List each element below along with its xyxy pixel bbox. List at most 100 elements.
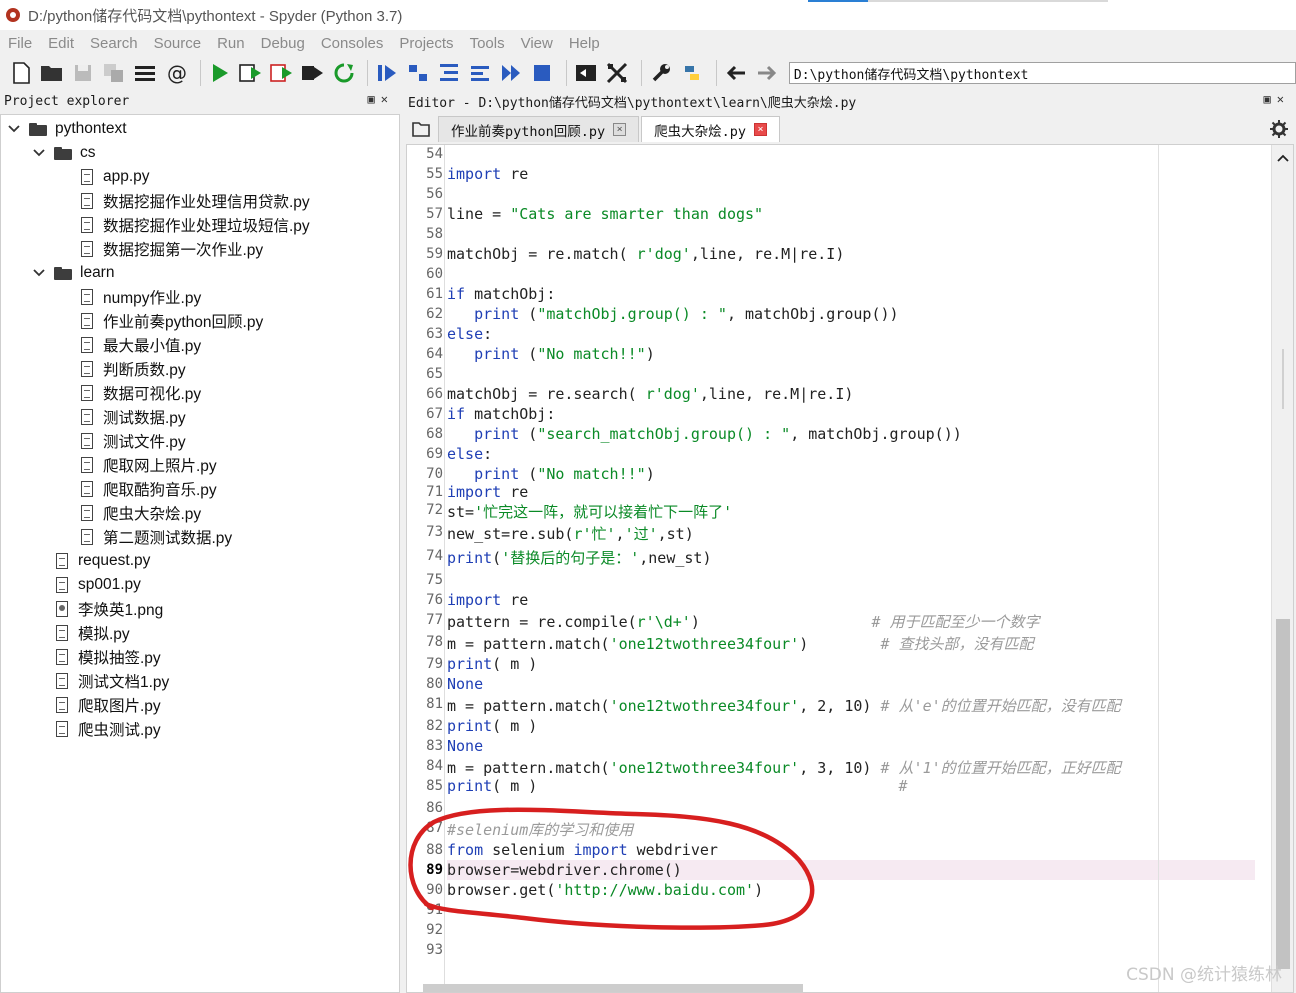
tree-file[interactable]: 数据挖掘作业处理垃圾短信.py bbox=[81, 213, 310, 237]
chevron-down-icon[interactable] bbox=[32, 146, 46, 160]
tree-file[interactable]: 最大最小值.py bbox=[81, 333, 201, 357]
open-folder-icon[interactable] bbox=[39, 60, 65, 86]
close-icon[interactable]: × bbox=[754, 123, 768, 136]
back-arrow-icon[interactable] bbox=[723, 60, 749, 86]
code-line[interactable]: pattern = re.compile(r'\d+') # 用于匹配至少一个数… bbox=[447, 611, 1255, 632]
menu-consoles[interactable]: Consoles bbox=[321, 35, 384, 52]
tree-file[interactable]: 数据挖掘作业处理信用贷款.py bbox=[81, 189, 310, 213]
code-line[interactable]: import re bbox=[447, 483, 1255, 501]
tree-file[interactable]: 爬取图片.py bbox=[56, 693, 161, 717]
menu-projects[interactable]: Projects bbox=[399, 35, 453, 52]
menu-view[interactable]: View bbox=[521, 35, 553, 52]
code-line[interactable]: print( m ) bbox=[447, 655, 1255, 673]
code-line[interactable]: line = "Cats are smarter than dogs" bbox=[447, 205, 1255, 223]
code-line[interactable]: None bbox=[447, 675, 1255, 693]
fullscreen-icon[interactable] bbox=[604, 60, 630, 86]
tree-folder[interactable]: cs bbox=[32, 141, 96, 165]
code-line[interactable]: else: bbox=[447, 325, 1255, 343]
continue-icon[interactable] bbox=[498, 60, 524, 86]
tab-爬虫大杂烩[interactable]: 爬虫大杂烩.py × bbox=[641, 116, 781, 142]
stop-icon[interactable] bbox=[529, 60, 555, 86]
working-directory-input[interactable]: D:\python储存代码文档\pythontext bbox=[788, 62, 1296, 84]
code-line[interactable]: print('替换后的句子是：',new_st) bbox=[447, 547, 1255, 568]
list-icon[interactable] bbox=[132, 60, 158, 86]
step-return-icon[interactable] bbox=[467, 60, 493, 86]
tree-file[interactable]: 测试数据.py bbox=[81, 405, 186, 429]
code-line[interactable]: m = pattern.match('one12twothree34four',… bbox=[447, 695, 1255, 716]
code-line[interactable]: if matchObj: bbox=[447, 285, 1255, 303]
menu-debug[interactable]: Debug bbox=[261, 35, 305, 52]
code-line[interactable]: print( m ) bbox=[447, 717, 1255, 735]
code-line[interactable]: st='忙完这一阵，就可以接着忙下一阵了' bbox=[447, 501, 1255, 522]
tree-file[interactable]: request.py bbox=[56, 549, 150, 573]
chevron-up-icon[interactable] bbox=[1277, 149, 1289, 166]
tree-file[interactable]: numpy作业.py bbox=[81, 285, 201, 309]
code-line[interactable]: new_st=re.sub(r'忙','过',st) bbox=[447, 523, 1255, 544]
code-line[interactable]: matchObj = re.match( r'dog',line, re.M|r… bbox=[447, 245, 1255, 263]
tree-file[interactable]: 测试文件.py bbox=[81, 429, 186, 453]
code-line[interactable]: if matchObj: bbox=[447, 405, 1255, 423]
run-cell-advance-icon[interactable] bbox=[269, 60, 295, 86]
code-line[interactable]: import re bbox=[447, 591, 1255, 609]
menu-tools[interactable]: Tools bbox=[470, 35, 505, 52]
tree-file[interactable]: 李焕英1.png bbox=[56, 597, 163, 621]
pane-controls[interactable]: ▣✕ bbox=[1264, 92, 1290, 106]
tab-作业前奏python回顾[interactable]: 作业前奏python回顾.py × bbox=[438, 116, 640, 142]
code-line[interactable]: print ("search_matchObj.group() : ", mat… bbox=[447, 425, 1255, 443]
browse-tabs-icon[interactable] bbox=[404, 116, 438, 142]
at-icon[interactable]: @ bbox=[163, 60, 189, 86]
code-line[interactable]: import re bbox=[447, 165, 1255, 183]
tree-folder[interactable]: pythontext bbox=[7, 117, 127, 141]
tree-file[interactable]: 数据挖掘第一次作业.py bbox=[81, 237, 263, 261]
tree-file[interactable]: 爬虫测试.py bbox=[56, 717, 161, 741]
gear-icon[interactable] bbox=[1270, 120, 1288, 142]
menu-run[interactable]: Run bbox=[217, 35, 245, 52]
tree-file[interactable]: 爬虫大杂烩.py bbox=[81, 501, 201, 525]
code-line[interactable]: print ("No match!!") bbox=[447, 345, 1255, 363]
code-line[interactable]: print( m ) # bbox=[447, 777, 1255, 795]
step-icon[interactable] bbox=[405, 60, 431, 86]
code-line[interactable]: else: bbox=[447, 445, 1255, 463]
run-selection-icon[interactable] bbox=[300, 60, 326, 86]
python-path-icon[interactable] bbox=[679, 60, 705, 86]
tree-file[interactable]: 第二题测试数据.py bbox=[81, 525, 232, 549]
menu-file[interactable]: File bbox=[8, 35, 32, 52]
scrollbar-thumb[interactable] bbox=[1276, 619, 1290, 969]
code-line[interactable]: m = pattern.match('one12twothree34four',… bbox=[447, 757, 1255, 778]
code-line[interactable]: print ("matchObj.group() : ", matchObj.g… bbox=[447, 305, 1255, 323]
tree-file[interactable]: 爬取酷狗音乐.py bbox=[81, 477, 217, 501]
menu-edit[interactable]: Edit bbox=[48, 35, 74, 52]
chevron-down-icon[interactable] bbox=[7, 122, 21, 136]
forward-arrow-icon[interactable] bbox=[754, 60, 780, 86]
close-icon[interactable]: × bbox=[613, 123, 627, 136]
menu-help[interactable]: Help bbox=[569, 35, 600, 52]
tree-file[interactable]: 爬取网上照片.py bbox=[81, 453, 217, 477]
wrench-icon[interactable] bbox=[648, 60, 674, 86]
maximize-pane-icon[interactable] bbox=[573, 60, 599, 86]
run-icon[interactable] bbox=[207, 60, 233, 86]
tree-file[interactable]: 作业前奏python回顾.py bbox=[81, 309, 263, 333]
rerun-icon[interactable] bbox=[331, 60, 357, 86]
new-file-icon[interactable] bbox=[8, 60, 34, 86]
debug-icon[interactable] bbox=[374, 60, 400, 86]
tree-file[interactable]: 测试文档1.py bbox=[56, 669, 169, 693]
pane-controls[interactable]: ▣✕ bbox=[368, 92, 394, 106]
save-icon[interactable] bbox=[70, 60, 96, 86]
step-into-icon[interactable] bbox=[436, 60, 462, 86]
vertical-scrollbar[interactable] bbox=[1271, 145, 1293, 992]
chevron-down-icon[interactable] bbox=[32, 266, 46, 280]
tree-file[interactable]: 模拟.py bbox=[56, 621, 130, 645]
save-all-icon[interactable] bbox=[101, 60, 127, 86]
tree-file[interactable]: 模拟抽签.py bbox=[56, 645, 161, 669]
code-line[interactable]: None bbox=[447, 737, 1255, 755]
code-line[interactable]: m = pattern.match('one12twothree34four')… bbox=[447, 633, 1255, 654]
tree-file[interactable]: app.py bbox=[81, 165, 150, 189]
horizontal-scrollbar[interactable] bbox=[423, 984, 803, 992]
menu-source[interactable]: Source bbox=[154, 35, 202, 52]
code-line[interactable]: print ("No match!!") bbox=[447, 465, 1255, 483]
menu-search[interactable]: Search bbox=[90, 35, 138, 52]
tree-file[interactable]: sp001.py bbox=[56, 573, 141, 597]
code-line[interactable]: matchObj = re.search( r'dog',line, re.M|… bbox=[447, 385, 1255, 403]
run-cell-icon[interactable] bbox=[238, 60, 264, 86]
tree-file[interactable]: 判断质数.py bbox=[81, 357, 186, 381]
